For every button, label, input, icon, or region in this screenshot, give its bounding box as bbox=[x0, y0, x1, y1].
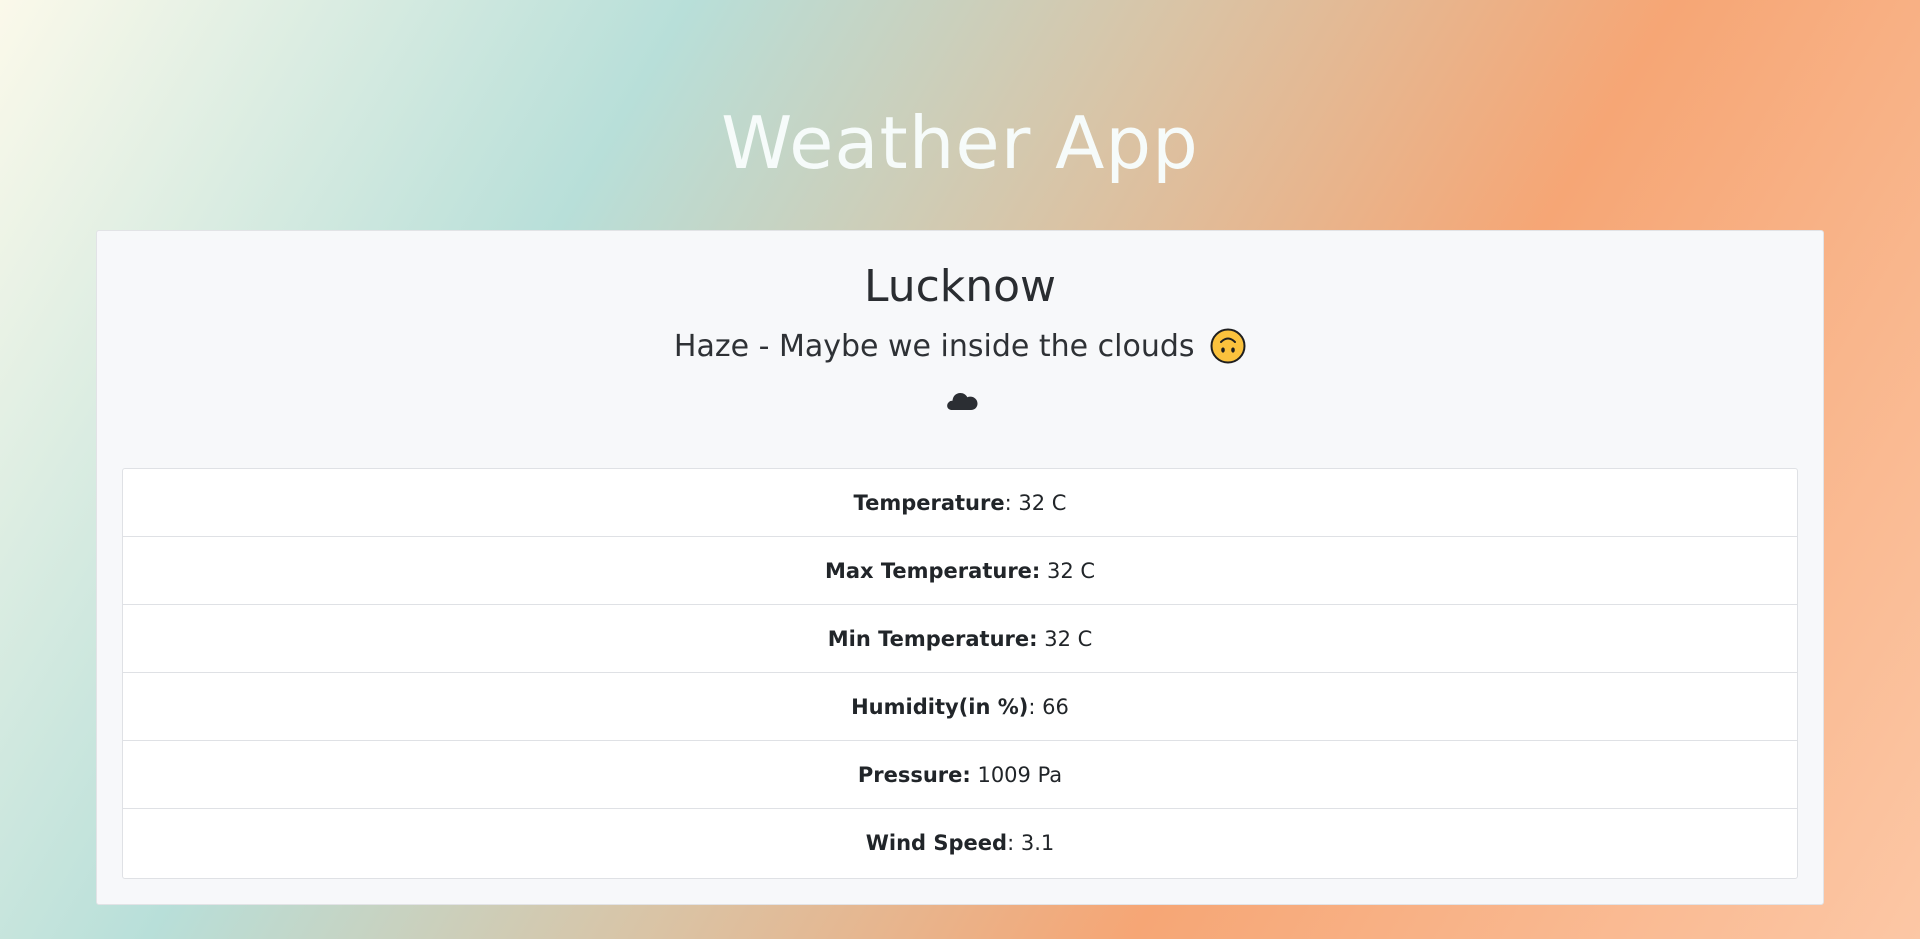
detail-label: Min Temperature: bbox=[827, 626, 1038, 651]
detail-value: 3.1 bbox=[1020, 831, 1055, 855]
detail-separator bbox=[1040, 559, 1047, 583]
detail-temperature: Temperature: 32 C bbox=[123, 469, 1797, 537]
detail-label: Max Temperature: bbox=[824, 558, 1041, 583]
weather-description-row: Haze - Maybe we inside the clouds bbox=[97, 327, 1823, 367]
detail-separator bbox=[971, 763, 978, 787]
upside-down-face-icon bbox=[1210, 328, 1246, 364]
detail-separator: : bbox=[1007, 831, 1021, 855]
detail-wind-speed: Wind Speed: 3.1 bbox=[123, 809, 1797, 877]
detail-value: 32 C bbox=[1047, 558, 1096, 583]
detail-label: Humidity(in %) bbox=[851, 694, 1029, 719]
detail-humidity: Humidity(in %): 66 bbox=[123, 673, 1797, 741]
detail-min-temperature: Min Temperature: 32 C bbox=[123, 605, 1797, 673]
weather-details-list: Temperature: 32 C Max Temperature: 32 C … bbox=[122, 468, 1798, 879]
weather-description: Haze - Maybe we inside the clouds bbox=[673, 329, 1195, 364]
detail-label: Wind Speed bbox=[865, 831, 1008, 855]
city-name: Lucknow bbox=[863, 261, 1057, 312]
cloud-icon bbox=[947, 393, 978, 410]
detail-separator: : bbox=[1028, 694, 1043, 719]
detail-value: 32 C bbox=[1044, 626, 1093, 651]
detail-value: 1009 Pa bbox=[977, 762, 1063, 787]
detail-max-temperature: Max Temperature: 32 C bbox=[123, 537, 1797, 605]
app-title: Weather App bbox=[721, 101, 1199, 185]
detail-value: 66 bbox=[1042, 694, 1069, 719]
detail-separator: : bbox=[1004, 490, 1019, 515]
detail-label: Pressure: bbox=[857, 762, 971, 787]
weather-card: Lucknow Haze - Maybe we inside the cloud… bbox=[96, 230, 1824, 905]
detail-value: 32 C bbox=[1018, 490, 1067, 515]
detail-separator bbox=[1038, 627, 1045, 651]
detail-label: Temperature bbox=[853, 490, 1005, 515]
detail-pressure: Pressure: 1009 Pa bbox=[123, 741, 1797, 809]
